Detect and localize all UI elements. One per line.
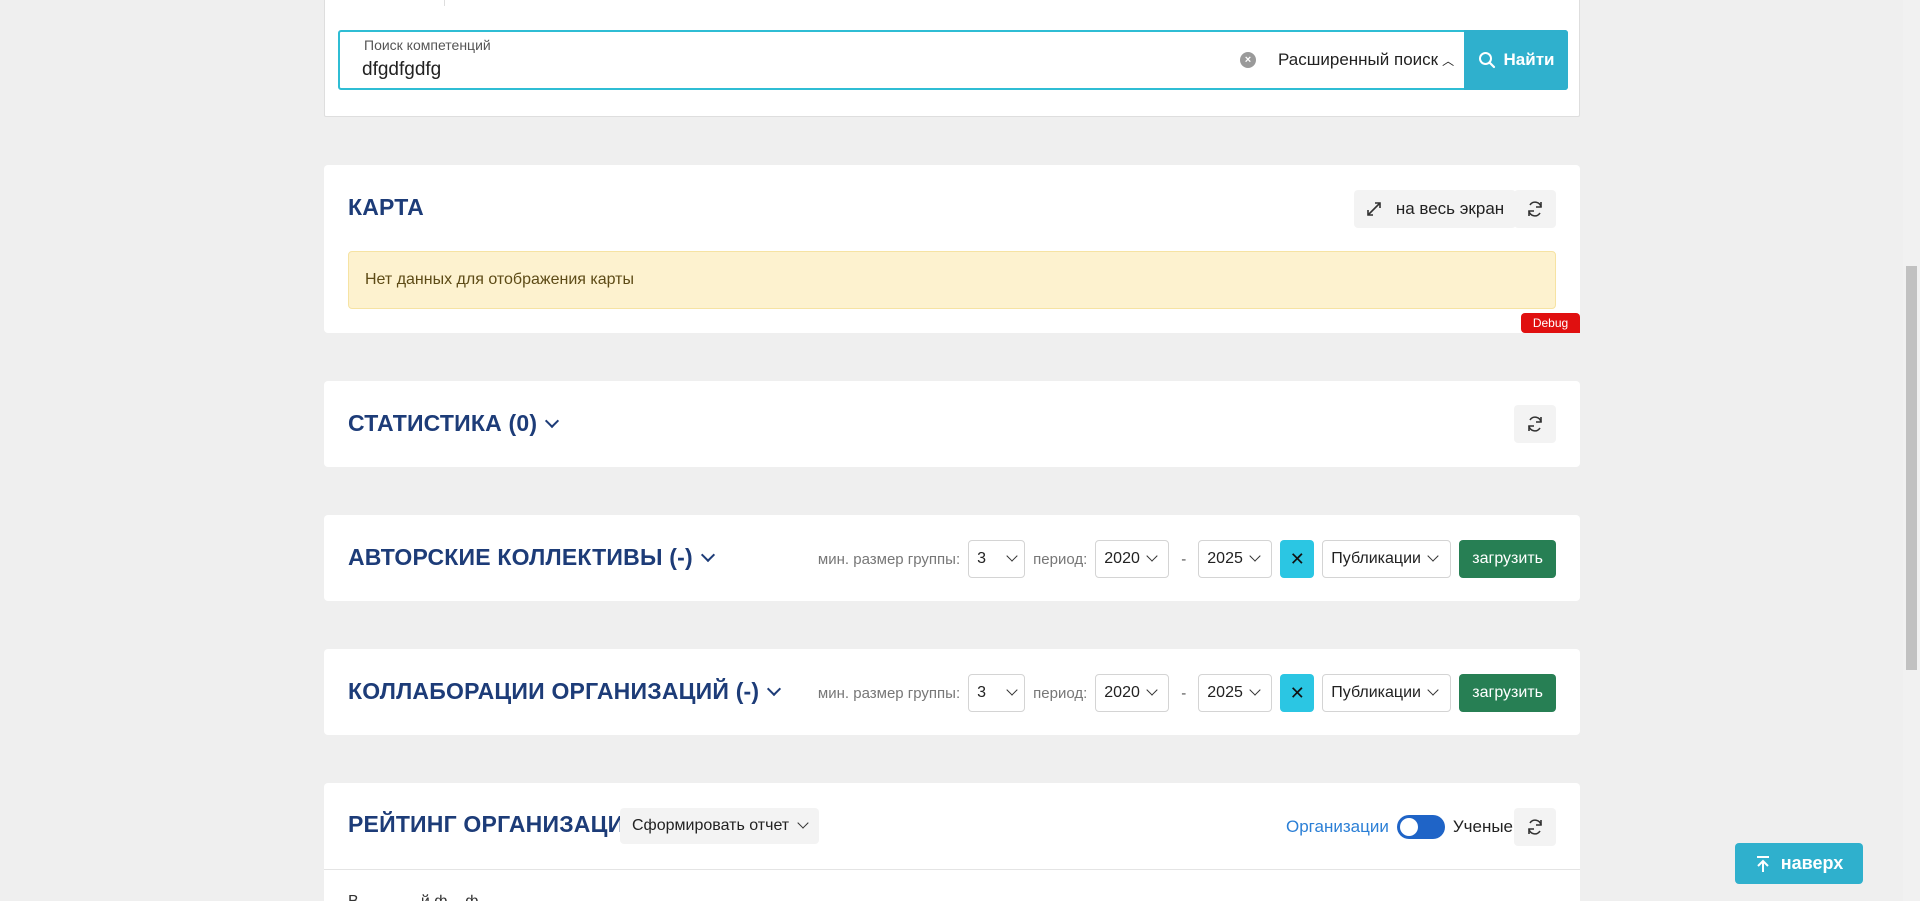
min-group-label: мин. размер группы: [817,684,961,702]
load-button[interactable]: загрузить [1459,674,1556,712]
expand-icon [1367,202,1381,216]
statistics-title[interactable]: СТАТИСТИКА (0) [348,410,560,437]
toggle-label-organizations[interactable]: Организации [1286,817,1389,837]
rating-mode-toggle[interactable] [1396,815,1445,839]
org-collaborations-section: КОЛЛАБОРАЦИИ ОРГАНИЗАЦИЙ (-) мин. размер… [324,649,1580,735]
period-to-select[interactable]: 2025 [1198,540,1273,578]
chevron-down-icon [1146,684,1158,696]
period-label: период: [1033,684,1088,702]
load-button[interactable]: загрузить [1459,540,1556,578]
generate-report-label: Сформировать отчет [632,817,790,834]
period-to-select[interactable]: 2025 [1198,674,1273,712]
min-group-select[interactable]: 3 [968,674,1026,712]
fullscreen-button[interactable]: на весь экран [1354,190,1516,228]
publication-type-value: Публикации [1331,550,1421,567]
rating-divider [324,869,1580,870]
toggle-knob [1399,818,1418,836]
chevron-down-icon [1249,550,1261,562]
scrollbar-thumb[interactable] [1906,266,1917,670]
refresh-icon [1528,416,1542,432]
refresh-statistics-button[interactable] [1514,405,1556,443]
period-from-value: 2020 [1104,684,1140,701]
page-scrollbar[interactable] [1903,0,1920,901]
period-separator: - [1181,684,1187,702]
chevron-down-icon [545,413,560,429]
chevron-down-icon [767,681,782,697]
debug-badge[interactable]: Debug [1521,313,1580,333]
chevron-down-icon [797,817,809,829]
clear-filters-button[interactable]: ✕ [1280,674,1315,712]
chevron-down-icon [1249,684,1261,696]
clear-search-icon[interactable]: × [1240,52,1256,68]
period-from-select[interactable]: 2020 [1095,540,1170,578]
statistics-section: СТАТИСТИКА (0) [324,381,1580,467]
search-label: Поиск компетенций [364,37,491,53]
search-input[interactable] [362,58,1222,82]
clear-filters-button[interactable]: ✕ [1280,540,1315,578]
chevron-down-icon [1427,550,1439,562]
min-group-label: мин. размер группы: [817,550,961,568]
toggle-label-scientists[interactable]: Ученые [1453,817,1513,837]
chevron-down-icon [1006,684,1018,696]
refresh-map-button[interactable] [1514,190,1556,228]
rating-subtitle: В... ... ... ..й ф... ф... [348,893,492,901]
fullscreen-label: на весь экран [1395,199,1505,218]
advanced-search-label: Расширенный поиск [1278,50,1439,69]
arrow-up-icon [1756,855,1769,872]
search-tab[interactable] [325,0,445,6]
org-rating-title: РЕЙТИНГ ОРГАНИЗАЦИЙ [348,811,642,837]
map-section: КАРТА на весь экран Нет данных для отобр… [324,165,1580,333]
min-group-value: 3 [977,550,987,567]
map-empty-alert: Нет данных для отображения карты [348,251,1556,309]
find-button-label: Найти [1503,50,1555,69]
period-to-value: 2025 [1207,550,1243,567]
publication-type-select[interactable]: Публикации [1322,674,1452,712]
chevron-down-icon [1146,550,1158,562]
advanced-search-toggle[interactable]: Расширенный поиск ︿ [1278,47,1454,73]
chevron-down-icon [1427,684,1439,696]
search-panel: Поиск компетенций × Расширенный поиск︿ Н… [324,0,1580,117]
min-group-select[interactable]: 3 [968,540,1026,578]
period-label: период: [1033,550,1088,568]
period-from-select[interactable]: 2020 [1095,674,1170,712]
search-icon [1478,52,1495,69]
scroll-top-button[interactable]: наверх [1735,843,1863,884]
author-collectives-section: АВТОРСКИЕ КОЛЛЕКТИВЫ (-) мин. размер гру… [324,515,1580,601]
refresh-icon [1528,819,1542,835]
map-title: КАРТА [348,194,424,220]
org-collaborations-filters: мин. размер группы: 3 период: 2020 - 202… [818,674,1556,712]
scroll-top-label: наверх [1780,853,1844,873]
org-rating-section: РЕЙТИНГ ОРГАНИЗАЦИЙ Сформировать отчет О… [324,783,1580,901]
publication-type-select[interactable]: Публикации [1322,540,1452,578]
chevron-down-icon [1006,550,1018,562]
rating-mode-switch: Организации Ученые [1286,808,1513,846]
org-collaborations-title-text: КОЛЛАБОРАЦИИ ОРГАНИЗАЦИЙ (-) [348,678,760,704]
publication-type-value: Публикации [1331,684,1421,701]
author-collectives-title[interactable]: АВТОРСКИЕ КОЛЛЕКТИВЫ (-) [348,544,715,571]
chevron-up-icon: ︿ [1442,54,1455,68]
org-collaborations-title[interactable]: КОЛЛАБОРАЦИИ ОРГАНИЗАЦИЙ (-) [348,678,782,705]
refresh-icon [1528,201,1542,217]
min-group-value: 3 [977,684,987,701]
period-from-value: 2020 [1104,550,1140,567]
period-to-value: 2025 [1207,684,1243,701]
generate-report-dropdown[interactable]: Сформировать отчет [620,808,820,844]
author-collectives-filters: мин. размер группы: 3 период: 2020 - 202… [818,540,1556,578]
statistics-title-text: СТАТИСТИКА (0) [348,410,538,436]
find-button[interactable]: Найти [1464,30,1568,90]
author-collectives-title-text: АВТОРСКИЕ КОЛЛЕКТИВЫ (-) [348,544,693,570]
refresh-rating-button[interactable] [1514,808,1556,846]
period-separator: - [1181,550,1187,568]
chevron-down-icon [700,547,715,563]
search-box: Поиск компетенций × Расширенный поиск︿ Н… [338,30,1568,90]
